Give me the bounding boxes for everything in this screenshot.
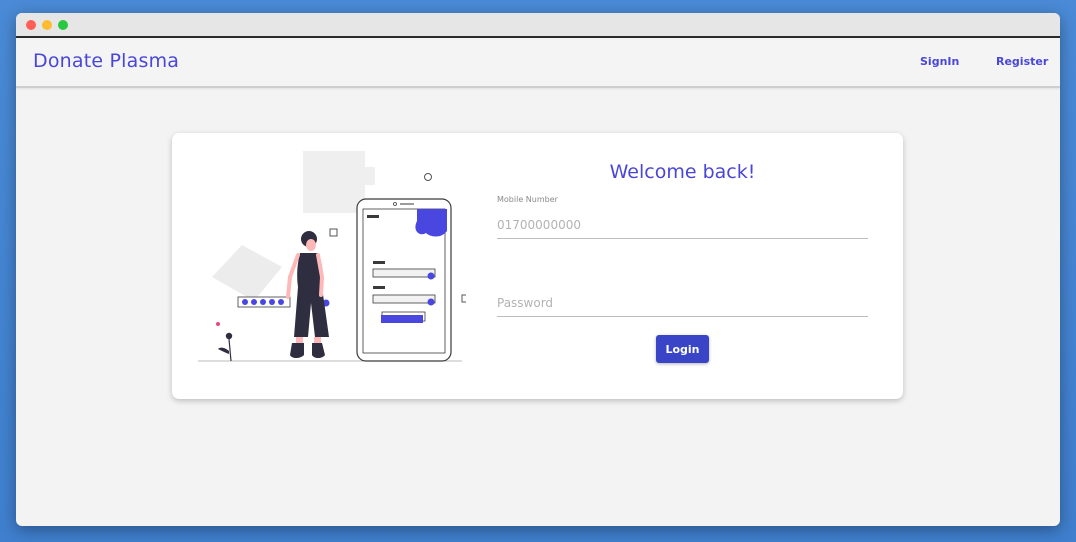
nav-register-link[interactable]: Register (996, 55, 1048, 68)
outline-circle-shape (424, 173, 432, 181)
plant-figure (216, 322, 233, 362)
password-dot (260, 299, 266, 305)
welcome-heading: Welcome back! (609, 161, 756, 183)
phone-field-2 (372, 294, 436, 304)
bg-small-square-shape (355, 167, 375, 185)
phone-blob-shape (415, 209, 447, 237)
outline-square-shape-2 (461, 294, 466, 303)
login-illustration (198, 151, 466, 362)
login-card: Welcome back! Mobile Number Login (172, 133, 903, 399)
browser-window: Donate Plasma SignIn Register Welcome ba… (16, 13, 1060, 526)
mobile-number-input[interactable] (497, 211, 868, 239)
woman-figure (286, 231, 329, 358)
mobile-number-label: Mobile Number (497, 195, 558, 204)
password-input[interactable] (497, 289, 868, 317)
password-dot (269, 299, 275, 305)
brand-logo[interactable]: Donate Plasma (33, 50, 179, 72)
minimize-window-button[interactable] (42, 20, 52, 30)
nav-signin-link[interactable]: SignIn (920, 55, 959, 68)
phone-label-bar-2 (373, 286, 385, 289)
navbar: Donate Plasma SignIn Register (16, 38, 1060, 88)
window-titlebar (16, 13, 1060, 38)
password-dot (251, 299, 257, 305)
login-form: Welcome back! Mobile Number Login (497, 161, 868, 363)
login-button[interactable]: Login (656, 335, 709, 363)
phone-field-1 (372, 268, 436, 278)
phone-label-bar-1 (373, 261, 385, 264)
bg-diamond-shape (212, 245, 282, 301)
phone-field-2-dot (427, 298, 435, 306)
phone-header-bar (367, 215, 379, 218)
outline-square-shape (329, 228, 338, 237)
close-window-button[interactable] (26, 20, 36, 30)
phone-field-1-dot (427, 272, 435, 280)
password-dot (242, 299, 248, 305)
maximize-window-button[interactable] (58, 20, 68, 30)
password-dot (278, 299, 284, 305)
phone-button (381, 315, 423, 323)
